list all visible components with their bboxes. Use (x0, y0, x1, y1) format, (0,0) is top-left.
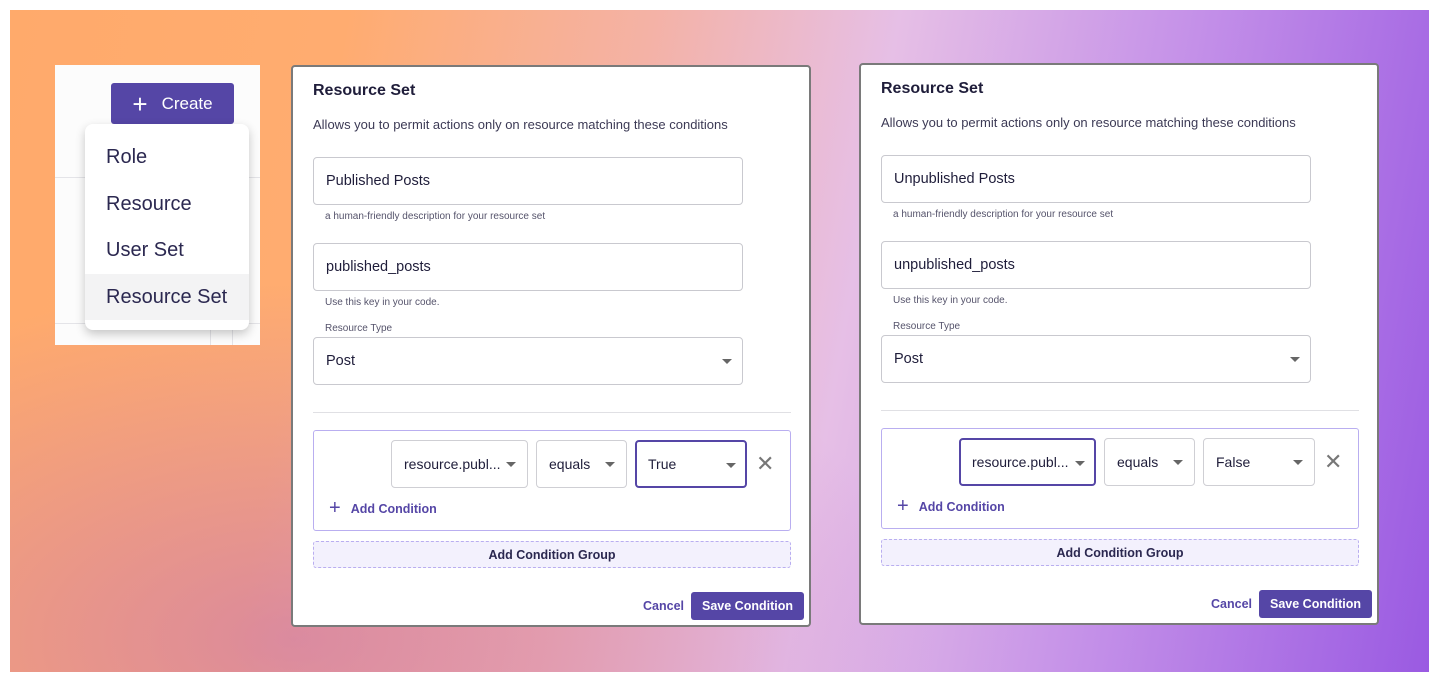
operator-select[interactable]: equals (1104, 438, 1195, 486)
value-select[interactable]: False (1203, 438, 1315, 486)
caret-down-icon (726, 463, 736, 468)
name-help-text: a human-friendly description for your re… (893, 209, 1114, 220)
create-button[interactable]: + Create (111, 83, 234, 124)
save-condition-button[interactable]: Save Condition (691, 592, 804, 620)
caret-down-icon (1173, 460, 1183, 465)
plus-icon: + (132, 88, 148, 119)
name-help-text: a human-friendly description for your re… (325, 211, 546, 222)
create-dropdown-menu: Role Resource User Set Resource Set (85, 124, 249, 330)
condition-value: True (648, 456, 677, 472)
caret-down-icon (1293, 460, 1303, 465)
menu-item-role[interactable]: Role (85, 134, 249, 181)
add-condition-button[interactable]: + Add Condition (329, 497, 437, 520)
attribute-value: resource.publ... (972, 454, 1069, 470)
menu-item-resource[interactable]: Resource (85, 181, 249, 228)
plus-icon: + (329, 497, 341, 519)
add-condition-label: Add Condition (918, 499, 1005, 514)
add-condition-button[interactable]: + Add Condition (897, 495, 1005, 518)
condition-value: False (1216, 454, 1251, 470)
name-input[interactable]: Published Posts (313, 157, 743, 205)
attribute-select[interactable]: resource.publ... (391, 440, 528, 488)
condition-group: resource.publ... equals True ✕ + Add Cond… (313, 430, 791, 531)
divider (881, 410, 1359, 411)
caret-down-icon (605, 462, 615, 467)
save-condition-button[interactable]: Save Condition (1259, 590, 1372, 618)
key-help-text: Use this key in your code. (325, 297, 440, 308)
plus-icon: + (897, 495, 909, 517)
resource-set-modal: Resource Set Allows you to permit action… (859, 63, 1379, 625)
operator-value: equals (1117, 454, 1159, 470)
resource-set-modal: Resource Set Allows you to permit action… (291, 65, 811, 627)
modal-unpublished: Resource Set Allows you to permit action… (859, 63, 1379, 625)
add-condition-label: Add Condition (350, 501, 437, 516)
key-input[interactable]: unpublished_posts (881, 241, 1311, 289)
attribute-select[interactable]: resource.publ... (959, 438, 1096, 486)
modal-published: Resource Set Allows you to permit action… (291, 65, 811, 627)
name-input[interactable]: Unpublished Posts (881, 155, 1311, 203)
resource-type-value: Post (894, 351, 924, 367)
operator-select[interactable]: equals (536, 440, 627, 488)
cancel-button[interactable]: Cancel (1211, 597, 1252, 611)
add-condition-group-button[interactable]: Add Condition Group (313, 541, 791, 568)
resource-type-label: Resource Type (325, 323, 393, 334)
resource-type-value: Post (326, 353, 356, 369)
modal-subtitle: Allows you to permit actions only on res… (313, 117, 728, 132)
resource-type-select[interactable]: Post (313, 337, 743, 385)
divider (313, 412, 791, 413)
key-help-text: Use this key in your code. (893, 295, 1008, 306)
value-select[interactable]: True (635, 440, 747, 488)
condition-group: resource.publ... equals False ✕ + Add Con… (881, 428, 1359, 529)
cancel-button[interactable]: Cancel (643, 599, 684, 613)
create-label: Create (161, 93, 213, 113)
menu-item-user-set[interactable]: User Set (85, 227, 249, 274)
caret-down-icon (722, 359, 732, 364)
resource-type-select[interactable]: Post (881, 335, 1311, 383)
caret-down-icon (506, 462, 516, 467)
attribute-value: resource.publ... (404, 456, 501, 472)
remove-condition-icon[interactable]: ✕ (1324, 451, 1342, 473)
caret-down-icon (1290, 357, 1300, 362)
remove-condition-icon[interactable]: ✕ (756, 453, 774, 475)
menu-item-resource-set[interactable]: Resource Set (85, 273, 249, 320)
modal-title: Resource Set (881, 80, 984, 97)
caret-down-icon (1075, 461, 1085, 466)
modal-subtitle: Allows you to permit actions only on res… (881, 115, 1296, 130)
modal-title: Resource Set (313, 82, 416, 99)
key-input[interactable]: published_posts (313, 243, 743, 291)
operator-value: equals (549, 456, 591, 472)
add-condition-group-button[interactable]: Add Condition Group (881, 539, 1359, 566)
resource-type-label: Resource Type (893, 321, 961, 332)
